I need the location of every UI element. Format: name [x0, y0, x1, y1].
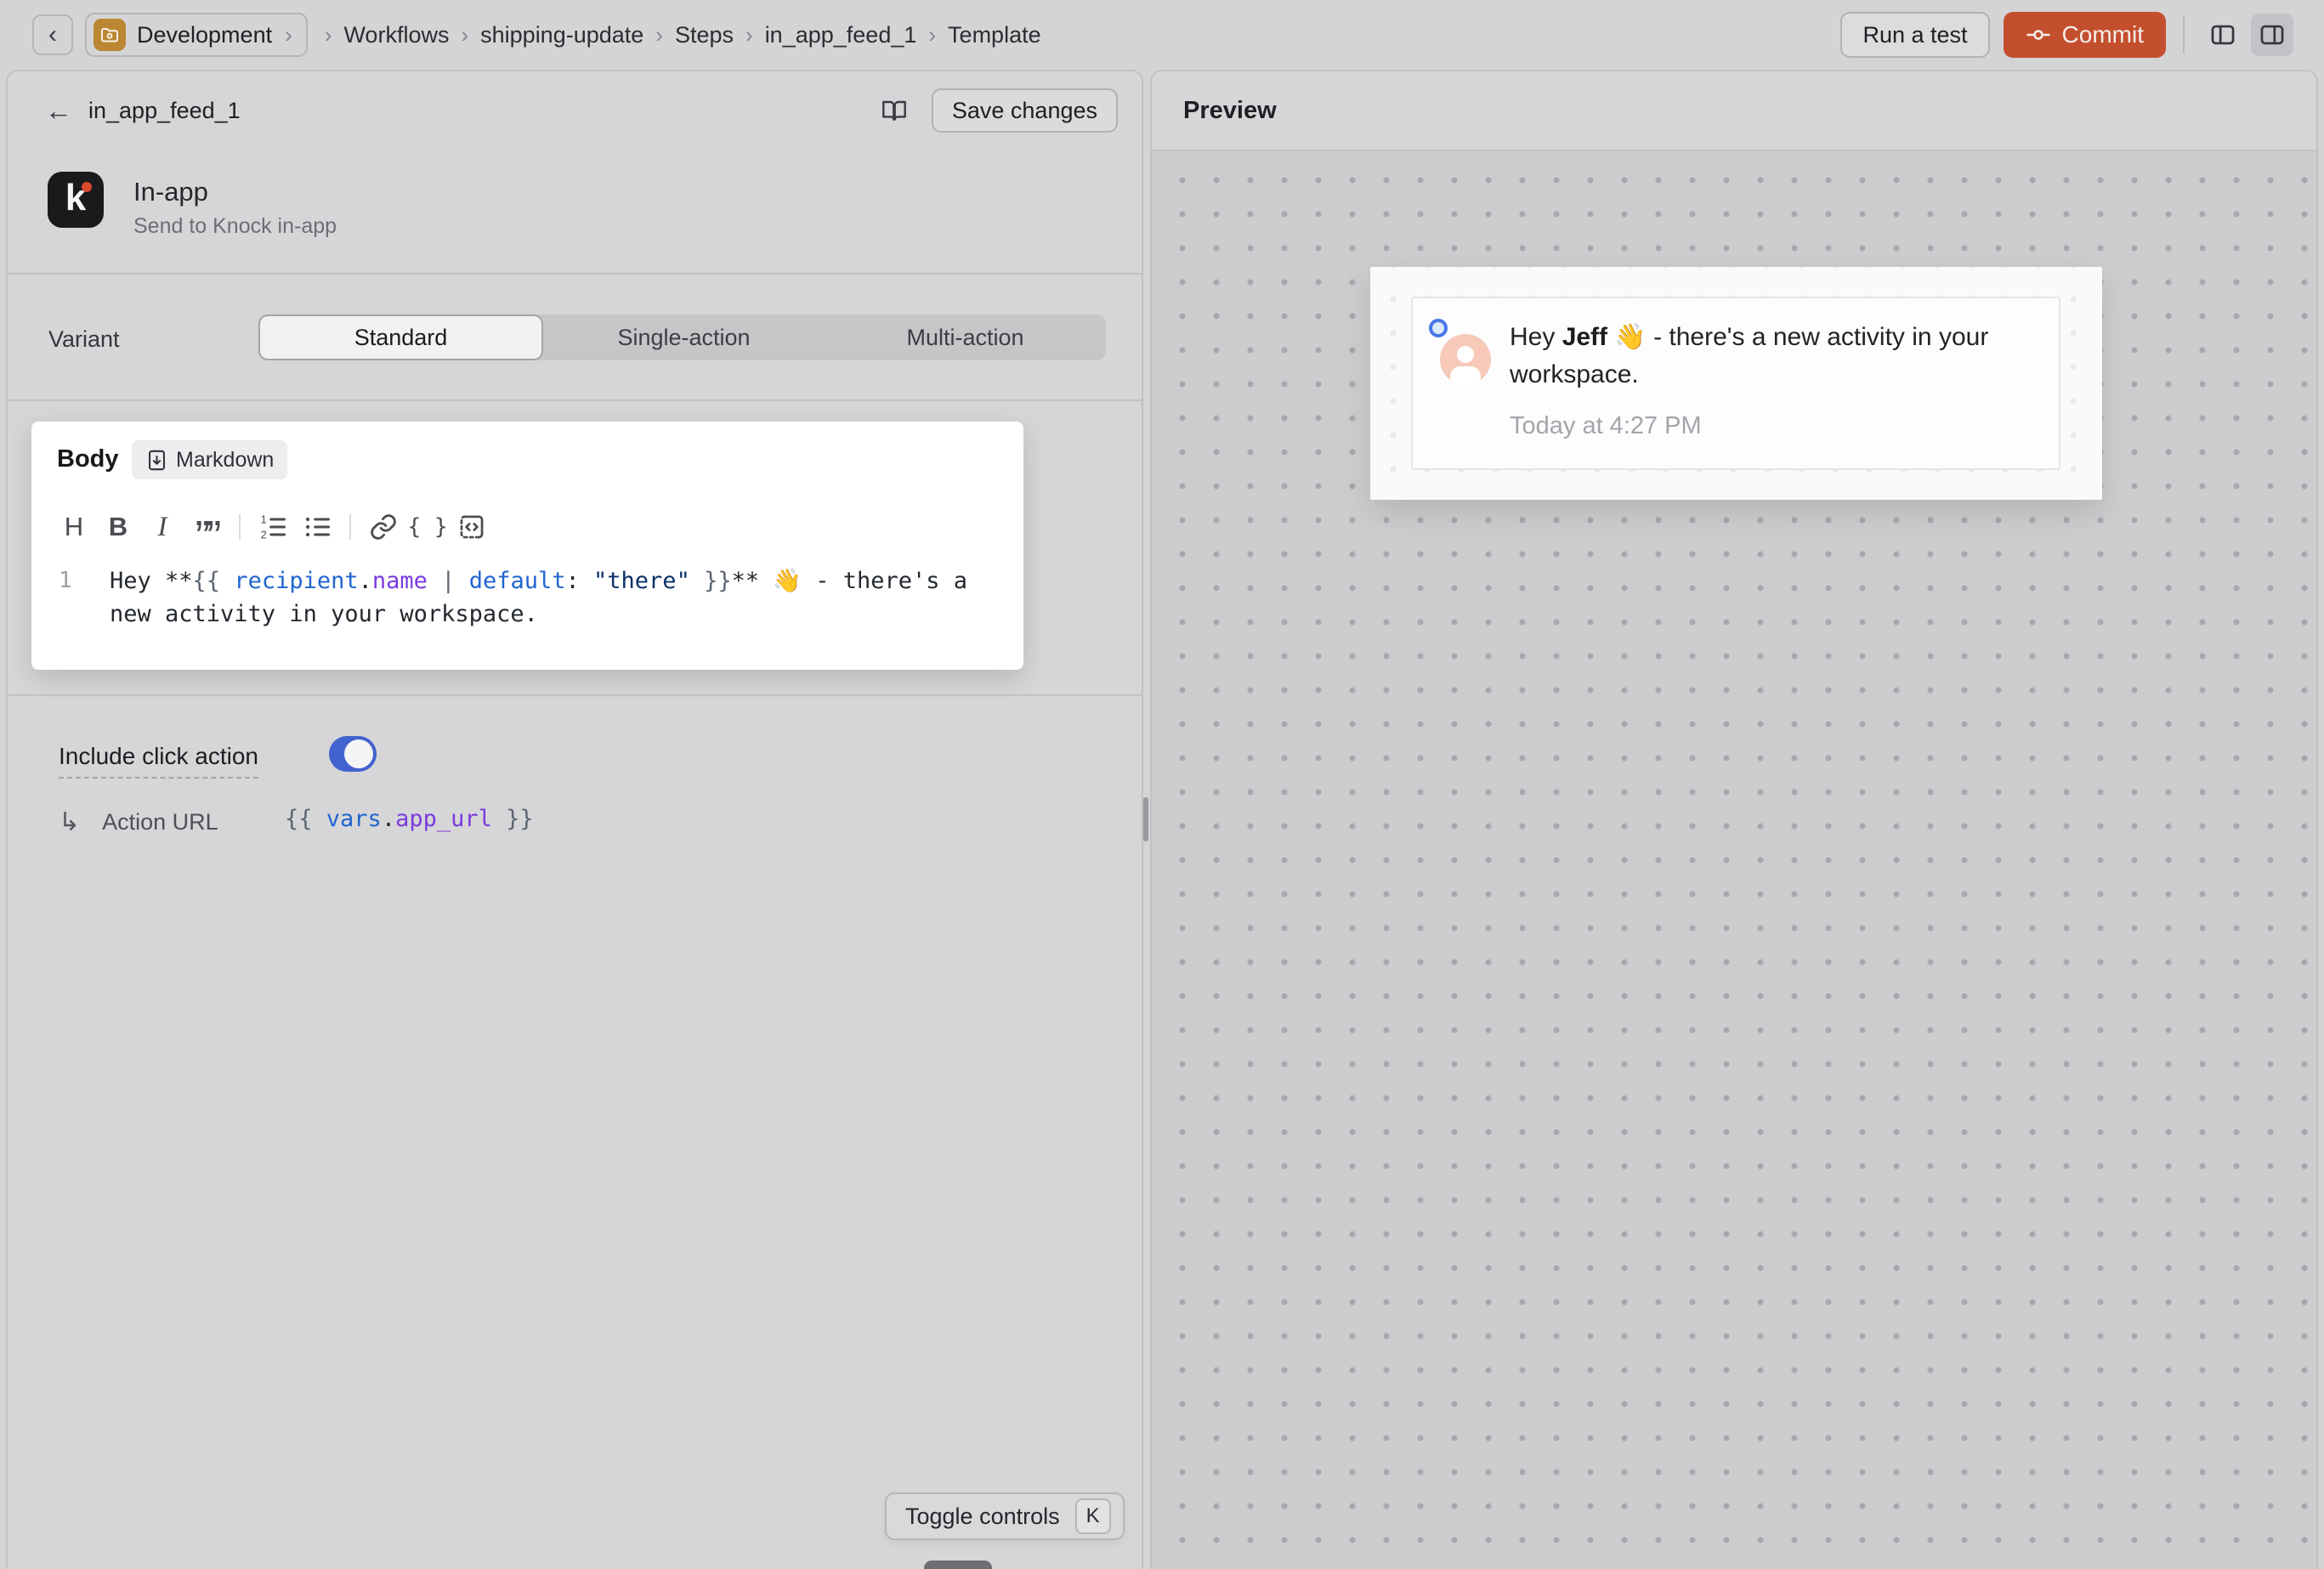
heading-icon[interactable]: H — [52, 507, 96, 547]
docs-button[interactable] — [874, 90, 915, 131]
svg-text:2: 2 — [261, 529, 267, 541]
include-click-action-toggle[interactable] — [329, 736, 377, 772]
save-changes-button[interactable]: Save changes — [932, 88, 1118, 133]
variant-option-multi-action[interactable]: Multi-action — [825, 314, 1106, 360]
notification-message: Hey Jeff 👋 - there's a new activity in y… — [1510, 319, 2006, 394]
action-url-value[interactable]: {{ vars.app_url }} — [285, 806, 534, 832]
include-click-action-label: Include click action — [59, 743, 258, 779]
feed-preview-container: Hey Jeff 👋 - there's a new activity in y… — [1370, 267, 2102, 500]
action-url-label: Action URL — [102, 809, 218, 835]
book-icon — [881, 97, 908, 124]
variant-label: Variant — [48, 326, 120, 353]
editor-header: ← in_app_feed_1 Save changes — [8, 71, 1142, 156]
panel-right-icon — [2258, 20, 2287, 49]
divider — [239, 514, 241, 540]
template-editor-panel: ← in_app_feed_1 Save changes k In-app Se… — [6, 70, 1143, 1569]
formatting-toolbar: H B I ”” 1 2 — [52, 507, 494, 547]
body-field-label: Body — [57, 445, 119, 473]
channel-subtitle: Send to Knock in-app — [133, 214, 337, 239]
environment-name: Development — [137, 22, 272, 48]
svg-text:1: 1 — [261, 513, 267, 526]
toggle-right-panel-button[interactable] — [2251, 14, 2293, 56]
back-button[interactable]: ‹ — [32, 14, 73, 55]
toggle-left-panel-button[interactable] — [2202, 14, 2244, 56]
notification-cell[interactable]: Hey Jeff 👋 - there's a new activity in y… — [1411, 297, 2060, 470]
run-a-test-button[interactable]: Run a test — [1840, 12, 1989, 58]
markdown-file-icon — [145, 449, 168, 472]
italic-icon[interactable]: I — [140, 507, 184, 547]
breadcrumb-step-name[interactable]: in_app_feed_1 — [765, 22, 917, 48]
preview-title: Preview — [1183, 97, 1277, 125]
knock-logo-dot — [82, 182, 92, 192]
person-icon — [1440, 334, 1491, 385]
toggle-controls-button[interactable]: Toggle controls K — [885, 1493, 1125, 1540]
environment-switcher[interactable]: Development › — [85, 13, 308, 57]
unread-indicator — [1429, 319, 1448, 337]
breadcrumb-workflows[interactable]: Workflows — [343, 22, 449, 48]
panel-resize-handle[interactable] — [1143, 797, 1148, 841]
line-number: 1 — [59, 568, 72, 593]
back-chevron-icon: ‹ — [48, 20, 57, 49]
link-icon[interactable] — [361, 507, 405, 547]
divider — [8, 694, 1142, 696]
keyboard-shortcut-key: K — [1075, 1498, 1111, 1534]
breadcrumb-template[interactable]: Template — [948, 22, 1041, 48]
panel-left-icon — [2208, 20, 2237, 49]
toggle-knob — [344, 739, 373, 768]
chevron-right-icon: › — [916, 22, 948, 48]
blockquote-icon[interactable]: ”” — [184, 507, 229, 547]
variant-segmented-control: Standard Single-action Multi-action — [258, 314, 1106, 360]
ordered-list-icon[interactable]: 1 2 — [251, 507, 295, 547]
return-arrow-icon: ↳ — [59, 807, 80, 837]
notification-timestamp: Today at 4:27 PM — [1510, 412, 1702, 440]
variant-option-standard[interactable]: Standard — [258, 314, 543, 360]
format-badge[interactable]: Markdown — [132, 440, 287, 479]
code-block-icon[interactable] — [450, 507, 494, 547]
top-bar: ‹ Development › › Workflows › shipping-u… — [0, 0, 2324, 70]
divider — [349, 514, 351, 540]
chevron-right-icon: › — [643, 22, 675, 48]
action-url-row: ↳ Action URL — [59, 807, 218, 837]
preview-panel: Preview Hey Jeff 👋 - there's a new activ… — [1150, 70, 2318, 1569]
divider — [8, 273, 1142, 275]
chevron-right-icon: › — [308, 22, 344, 48]
body-editor-card: Body Markdown H B I ”” 1 2 — [31, 422, 1023, 670]
breadcrumb-steps[interactable]: Steps — [675, 22, 734, 48]
chevron-right-icon: › — [449, 22, 480, 48]
step-name: in_app_feed_1 — [88, 98, 241, 124]
commit-button[interactable]: Commit — [2004, 12, 2166, 58]
back-arrow-icon[interactable]: ← — [40, 92, 77, 129]
bottom-sheet-peek — [924, 1561, 992, 1569]
preview-header: Preview — [1152, 71, 2316, 150]
knock-channel-logo: k — [48, 172, 104, 228]
commit-icon — [2026, 22, 2051, 48]
braces-icon[interactable]: { } — [405, 507, 450, 547]
bullet-list-icon[interactable] — [295, 507, 339, 547]
avatar — [1440, 334, 1491, 385]
folder-icon — [94, 19, 126, 51]
chevron-right-icon: › — [283, 22, 292, 48]
breadcrumb-workflow-name[interactable]: shipping-update — [480, 22, 643, 48]
divider — [2183, 16, 2185, 54]
channel-title: In-app — [133, 177, 208, 207]
chevron-right-icon: › — [734, 22, 765, 48]
variant-option-single-action[interactable]: Single-action — [543, 314, 825, 360]
preview-canvas: Hey Jeff 👋 - there's a new activity in y… — [1152, 150, 2316, 1569]
template-code[interactable]: Hey **{{ recipient.name | default: "ther… — [110, 564, 999, 631]
divider — [8, 399, 1142, 401]
bold-icon[interactable]: B — [96, 507, 140, 547]
